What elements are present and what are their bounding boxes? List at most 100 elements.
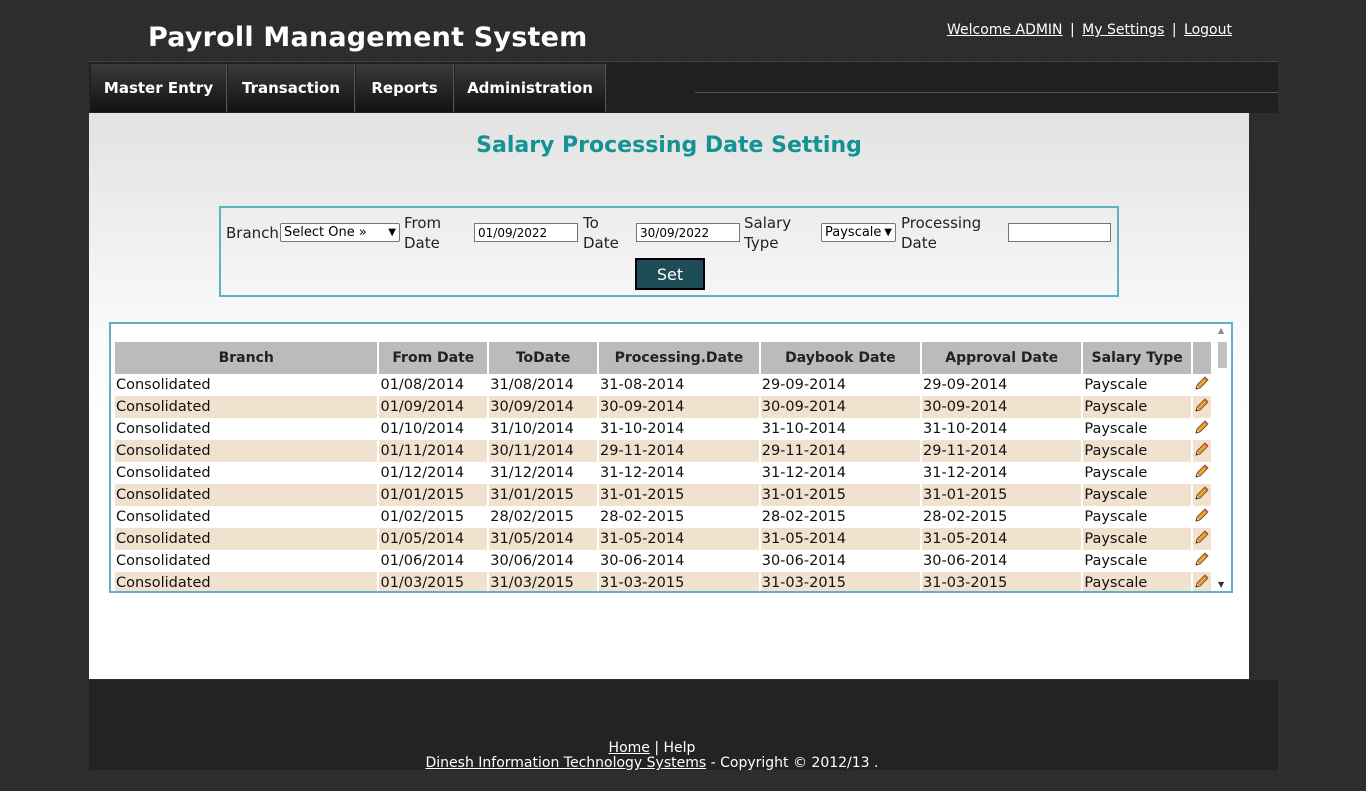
pencil-icon[interactable] [1194, 420, 1210, 439]
processing-date-label-line2: Date [901, 234, 937, 252]
table-cell: 01/06/2014 [380, 553, 465, 569]
table-cell: 29-11-2014 [599, 440, 759, 462]
salary-type-value: Payscale [825, 225, 882, 240]
column-header-from-date[interactable]: From Date [379, 342, 488, 374]
welcome-link[interactable]: Welcome ADMIN [947, 22, 1063, 38]
table-cell: 01/09/2014 [379, 396, 488, 418]
table-header-row: Branch From Date ToDate Processing.Date … [115, 342, 1211, 374]
table-cell: 30/11/2014 [489, 440, 598, 462]
pencil-icon[interactable] [1194, 574, 1210, 591]
set-button[interactable]: Set [635, 258, 705, 290]
table-cell: Payscale [1084, 553, 1148, 569]
table-cell: Consolidated [115, 572, 378, 591]
table-cell: 30-09-2014 [760, 396, 921, 418]
grid-scrollbar[interactable]: ▲ ▼ [1214, 324, 1231, 591]
chevron-down-icon: ▼ [388, 227, 396, 238]
footer-links: Home | Help [89, 740, 1215, 756]
help-link[interactable]: Help [664, 740, 696, 756]
column-header-to-date[interactable]: ToDate [489, 342, 598, 374]
edit-cell[interactable] [1192, 572, 1211, 591]
table-cell: 29-09-2014 [761, 377, 847, 393]
app-title: Payroll Management System [148, 22, 588, 53]
from-date-input[interactable] [474, 223, 578, 242]
table-cell: 31/10/2014 [490, 421, 574, 437]
table-cell: Consolidated [115, 528, 378, 550]
table-cell: 30-09-2014 [922, 396, 1082, 418]
table-cell: 28-02-2015 [761, 509, 847, 525]
separator: | [1069, 22, 1075, 38]
table-cell: Payscale [1083, 396, 1191, 418]
table-cell: Payscale [1083, 528, 1191, 550]
table-row: Consolidated 01/12/2014 31/12/2014 31-12-20… [115, 462, 1211, 484]
table-cell: 31-12-2014 [600, 465, 685, 481]
page-title: Salary Processing Date Setting [476, 133, 862, 158]
home-link[interactable]: Home [609, 740, 650, 756]
table-row: Consolidated 01/09/2014 30/09/2014 30-09-20… [115, 396, 1211, 418]
pencil-icon[interactable] [1194, 486, 1210, 505]
edit-cell[interactable] [1193, 506, 1211, 528]
edit-cell[interactable] [1193, 374, 1211, 396]
edit-cell[interactable] [1193, 550, 1211, 572]
scroll-down-icon[interactable]: ▼ [1218, 580, 1224, 589]
table-cell: 31-12-2014 [761, 465, 847, 481]
table-cell: 31/01/2015 [489, 484, 598, 506]
scroll-thumb[interactable] [1218, 342, 1227, 368]
column-header-branch[interactable]: Branch [115, 342, 378, 374]
from-date-label-line2: Date [404, 234, 440, 252]
salary-type-label-line1: Salary [744, 214, 792, 232]
table-cell: Payscale [1083, 572, 1191, 591]
nav-master-entry[interactable]: Master Entry [91, 64, 227, 112]
table-cell: 31/05/2014 [489, 528, 598, 550]
table-row: Consolidated 01/06/2014 30/06/2014 30-06-20… [115, 550, 1211, 572]
table-cell: Payscale [1084, 465, 1148, 481]
pencil-icon[interactable] [1194, 552, 1210, 571]
edit-cell[interactable] [1192, 440, 1211, 462]
to-date-label-line2: Date [583, 234, 619, 252]
table-cell: 01/05/2014 [379, 528, 488, 550]
edit-cell[interactable] [1193, 462, 1211, 484]
column-header-salary-type[interactable]: Salary Type [1083, 342, 1191, 374]
table-cell: Payscale [1084, 509, 1148, 525]
table-cell: 31-08-2014 [600, 377, 685, 393]
salary-type-select[interactable]: Payscale ▼ [821, 223, 896, 242]
table-cell: 31-01-2015 [922, 484, 1082, 506]
header: Payroll Management System Welcome ADMIN … [0, 0, 1366, 62]
column-header-approval-date[interactable]: Approval Date [922, 342, 1082, 374]
footer: Home | Help Dinesh Information Technolog… [89, 680, 1278, 771]
logout-link[interactable]: Logout [1184, 22, 1232, 38]
from-date-label-line1: From [404, 214, 442, 232]
table-cell: Consolidated [116, 421, 211, 437]
table-cell: 01/08/2014 [380, 377, 465, 393]
table-cell: 31-03-2015 [760, 572, 921, 591]
column-header-daybook-date[interactable]: Daybook Date [760, 342, 921, 374]
processing-date-input[interactable] [1008, 223, 1111, 242]
branch-select[interactable]: Select One » ▼ [280, 223, 400, 242]
table-cell: 31-10-2014 [600, 421, 685, 437]
pencil-icon[interactable] [1194, 398, 1210, 417]
pencil-icon[interactable] [1194, 376, 1210, 395]
pencil-icon[interactable] [1194, 464, 1210, 483]
to-date-input[interactable] [636, 223, 740, 242]
pencil-icon[interactable] [1194, 442, 1210, 461]
table-cell: 29-11-2014 [760, 440, 921, 462]
main-nav: Master Entry Transaction Reports Adminis… [89, 61, 1278, 113]
nav-administration[interactable]: Administration [455, 64, 606, 112]
branch-label: Branch [226, 224, 279, 242]
copyright-text: - Copyright © 2012/13 . [710, 755, 879, 771]
edit-cell[interactable] [1192, 396, 1211, 418]
company-link[interactable]: Dinesh Information Technology Systems [426, 755, 707, 771]
edit-cell[interactable] [1192, 528, 1211, 550]
scroll-up-icon[interactable]: ▲ [1218, 326, 1224, 335]
table-cell: 01/02/2015 [380, 509, 465, 525]
edit-cell[interactable] [1192, 484, 1211, 506]
top-links: Welcome ADMIN | My Settings | Logout [947, 22, 1232, 38]
table-cell: 01/03/2015 [379, 572, 488, 591]
edit-cell[interactable] [1193, 418, 1211, 440]
pencil-icon[interactable] [1194, 530, 1210, 549]
nav-reports[interactable]: Reports [356, 64, 454, 112]
table-cell: Consolidated [116, 377, 211, 393]
nav-transaction[interactable]: Transaction [228, 64, 355, 112]
column-header-processing-date[interactable]: Processing.Date [599, 342, 759, 374]
my-settings-link[interactable]: My Settings [1082, 22, 1164, 38]
pencil-icon[interactable] [1194, 508, 1210, 527]
